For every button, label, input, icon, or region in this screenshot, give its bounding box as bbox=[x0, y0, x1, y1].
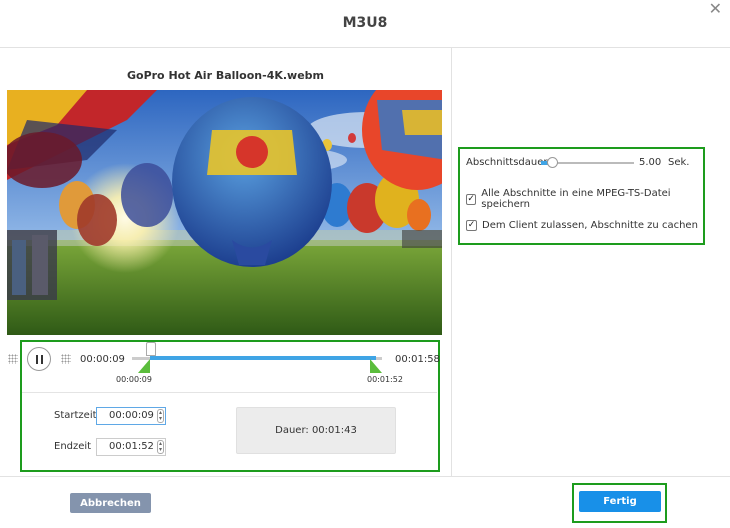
panel-divider bbox=[451, 48, 452, 476]
segment-duration-label: Abschnittsdauer: bbox=[466, 157, 551, 168]
duration-display: Dauer: 00:01:43 bbox=[236, 407, 396, 454]
pause-icon-bar bbox=[35, 354, 38, 364]
current-time: 00:00:09 bbox=[80, 354, 125, 365]
segment-duration-value: 5.00 bbox=[639, 157, 662, 168]
end-time-value: 00:01:52 bbox=[109, 441, 154, 452]
title-bar: M3U8 ✕ bbox=[0, 0, 730, 48]
single-file-checkbox[interactable]: ✓ bbox=[466, 193, 477, 205]
single-file-option[interactable]: ✓ Alle Abschnitte in eine MPEG-TS-Datei … bbox=[466, 188, 703, 210]
video-filename: GoPro Hot Air Balloon-4K.webm bbox=[126, 69, 325, 82]
video-preview bbox=[7, 90, 442, 335]
trim-end-marker[interactable] bbox=[370, 359, 382, 373]
pause-icon-bar bbox=[40, 354, 43, 364]
balloon-scene-image bbox=[7, 90, 442, 335]
end-time-field[interactable]: 00:01:52 ▴ ▾ bbox=[96, 438, 166, 456]
pause-button[interactable] bbox=[27, 347, 51, 371]
controls-separator bbox=[22, 392, 437, 393]
start-time-stepper[interactable]: ▴ ▾ bbox=[157, 409, 164, 423]
close-icon[interactable]: ✕ bbox=[709, 2, 722, 18]
trim-start-marker-label: 00:00:09 bbox=[116, 375, 152, 384]
player-controls: 00:00:09 00:00:09 00:01:52 00:01:58 Star… bbox=[0, 340, 451, 476]
drag-handle-left-icon[interactable] bbox=[8, 354, 18, 364]
start-time-label: Startzeit bbox=[54, 410, 97, 421]
dialog-title: M3U8 bbox=[342, 15, 388, 31]
client-cache-label: Dem Client zulassen, Abschnitte zu cache… bbox=[482, 220, 698, 231]
segment-duration-row: Abschnittsdauer: bbox=[466, 157, 551, 168]
m3u8-dialog: M3U8 ✕ GoPro Hot Air Balloon-4K.webm 00:… bbox=[0, 0, 730, 528]
trim-end-marker-label: 00:01:52 bbox=[367, 375, 403, 384]
end-time-label: Endzeit bbox=[54, 441, 92, 452]
segment-duration-unit: Sek. bbox=[668, 157, 690, 168]
client-cache-checkbox[interactable]: ✓ bbox=[466, 220, 477, 231]
timeline-selected-range bbox=[150, 356, 376, 360]
drag-handle-icon[interactable] bbox=[61, 354, 71, 364]
trim-start-marker[interactable] bbox=[138, 359, 150, 373]
start-time-value: 00:00:09 bbox=[109, 410, 154, 421]
dialog-footer: Abbrechen Fertig bbox=[0, 476, 730, 528]
single-file-label: Alle Abschnitte in eine MPEG-TS-Datei sp… bbox=[481, 188, 671, 210]
end-time-stepper[interactable]: ▴ ▾ bbox=[157, 440, 164, 454]
segment-duration-slider-thumb[interactable] bbox=[547, 157, 558, 168]
cancel-button[interactable]: Abbrechen bbox=[70, 493, 151, 513]
client-cache-option[interactable]: ✓ Dem Client zulassen, Abschnitte zu cac… bbox=[466, 220, 698, 231]
settings-panel: Abschnittsdauer: 5.00 Sek. ✓ Alle Abschn… bbox=[458, 147, 705, 245]
playhead-handle[interactable] bbox=[146, 342, 156, 356]
start-time-field[interactable]: 00:00:09 ▴ ▾ bbox=[96, 407, 166, 425]
done-button[interactable]: Fertig bbox=[579, 491, 661, 512]
total-time: 00:01:58 bbox=[395, 354, 440, 365]
